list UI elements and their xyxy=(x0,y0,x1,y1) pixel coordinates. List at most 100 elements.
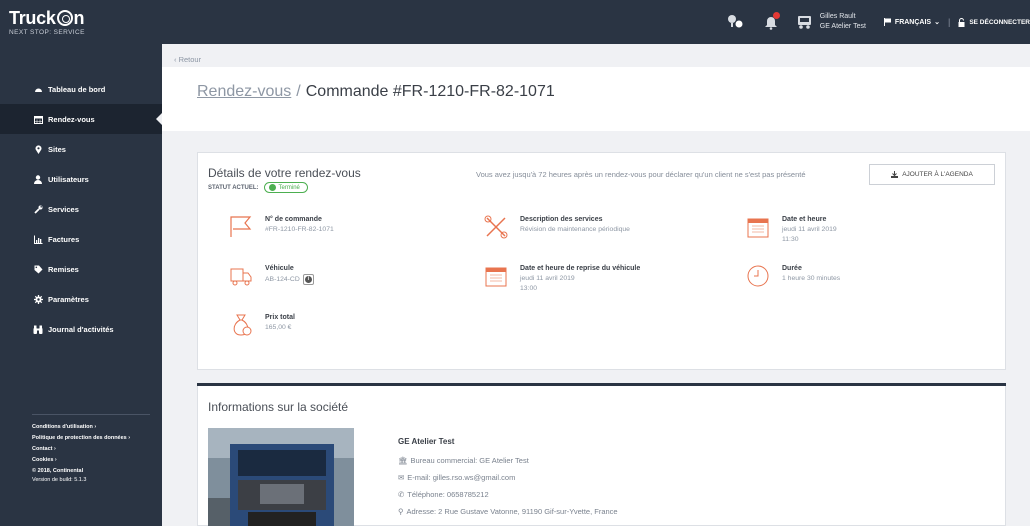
sidebar-item-settings[interactable]: Paramètres xyxy=(0,284,162,314)
sidebar-footer: Conditions d'utilisation › Politique de … xyxy=(32,414,150,485)
calendar-icon xyxy=(485,267,507,287)
envelope-icon: ✉ xyxy=(398,473,405,482)
tag-icon xyxy=(33,265,43,274)
status-row: STATUT ACTUEL: Terminé xyxy=(208,182,308,193)
sidebar-item-label: Remises xyxy=(48,264,79,274)
breadcrumb-appointments[interactable]: Rendez-vous xyxy=(197,83,291,100)
sidebar-item-dashboard[interactable]: Tableau de bord xyxy=(0,74,162,104)
page-title: Rendez-vous / Commande #FR-1210-FR-82-1071 xyxy=(197,83,555,100)
sidebar-item-users[interactable]: Utilisateurs xyxy=(0,164,162,194)
sidebar-item-label: Tableau de bord xyxy=(48,84,106,94)
chevron-down-icon: ⌄ xyxy=(934,19,940,26)
notification-badge xyxy=(772,12,780,19)
terms-link[interactable]: Conditions d'utilisation › xyxy=(32,422,150,433)
vehicle-info: Véhicule AB-124-CD i xyxy=(229,264,314,288)
company-office: 🏛 Bureau commercial: GE Atelier Test xyxy=(398,456,529,465)
page-header: Rendez-vous / Commande #FR-1210-FR-82-1071 xyxy=(162,67,1030,131)
price-label: Prix total xyxy=(265,314,295,321)
back-link[interactable]: ‹ Retour xyxy=(174,55,201,64)
clock-icon xyxy=(747,265,769,287)
pickup-date: jeudi 11 avril 2019 xyxy=(520,275,575,282)
sidebar-item-label: Services xyxy=(48,204,79,214)
sidebar-item-services[interactable]: Services xyxy=(0,194,162,224)
build-version: Version de build: 5.1.3 xyxy=(32,477,87,483)
binoculars-icon xyxy=(33,325,43,334)
cookies-link[interactable]: Cookies › xyxy=(32,455,150,466)
truck-photo xyxy=(208,428,354,526)
dashboard-icon xyxy=(33,85,43,94)
language-selector[interactable]: FRANÇAIS ⌄ xyxy=(883,18,940,26)
order-number-info: N° de commande #FR-1210-FR-82-1071 xyxy=(229,215,334,239)
copyright: © 2018, Continental xyxy=(32,468,84,474)
price-info: Prix total 165,00 € xyxy=(229,313,295,337)
brand-logo[interactable]: Truck n NEXT STOP: SERVICE xyxy=(0,8,162,36)
sidebar-item-invoices[interactable]: Factures xyxy=(0,224,162,254)
phone-icon: ✆ xyxy=(398,490,405,499)
privacy-link[interactable]: Politique de protection des données › xyxy=(32,433,150,444)
sidebar: Tableau de bord Rendez-vous Sites Utilis… xyxy=(0,44,162,526)
flag-icon xyxy=(230,216,252,237)
order-number-label: N° de commande xyxy=(265,216,322,223)
services-label: Description des services xyxy=(520,216,603,223)
lock-icon xyxy=(958,17,965,27)
datetime-info: Date et heure jeudi 11 avril 2019 11:30 xyxy=(746,215,837,245)
datetime-label: Date et heure xyxy=(782,216,827,223)
calendar-icon xyxy=(33,115,43,124)
user-company: GE Atelier Test xyxy=(819,23,866,30)
duration-value: 1 heure 30 minutes xyxy=(782,275,841,282)
money-bag-icon xyxy=(233,314,252,336)
contact-link[interactable]: Contact › xyxy=(32,444,150,455)
logout-button[interactable]: SE DÉCONNECTER xyxy=(958,17,1030,27)
status-label: STATUT ACTUEL: xyxy=(208,184,259,191)
datetime-time: 11:30 xyxy=(782,236,799,243)
sidebar-item-label: Paramètres xyxy=(48,294,89,304)
details-title: Détails de votre rendez-vous xyxy=(208,166,361,180)
add-to-agenda-button[interactable]: AJOUTER À L'AGENDA xyxy=(869,164,995,185)
bank-icon: 🏛 xyxy=(398,456,408,465)
pickup-time: 13:00 xyxy=(520,285,538,292)
appointment-details-card: Détails de votre rendez-vous STATUT ACTU… xyxy=(197,152,1006,370)
pin-icon[interactable] xyxy=(724,11,746,33)
flag-icon xyxy=(883,18,891,26)
sidebar-item-discounts[interactable]: Remises xyxy=(0,254,162,284)
divider: | xyxy=(947,17,951,27)
vehicle-value: AB-124-CD xyxy=(265,275,300,283)
logout-label: SE DÉCONNECTER xyxy=(969,18,1030,26)
services-value: Révision de maintenance périodique xyxy=(520,226,630,233)
no-show-notice: Vous avez jusqu'à 72 heures après un ren… xyxy=(476,170,806,179)
sidebar-item-sites[interactable]: Sites xyxy=(0,134,162,164)
company-title: Informations sur la société xyxy=(208,400,349,414)
company-info-card: Informations sur la société GE Atelier T… xyxy=(197,386,1006,526)
order-title: Commande #FR-1210-FR-82-1071 xyxy=(305,83,555,100)
gear-icon xyxy=(33,294,43,304)
datetime-date: jeudi 11 avril 2019 xyxy=(782,226,837,233)
vehicle-info-button[interactable]: i xyxy=(302,274,314,285)
info-icon: i xyxy=(304,276,312,283)
sidebar-item-activity-log[interactable]: Journal d'activités xyxy=(0,314,162,344)
user-icon xyxy=(33,174,43,184)
sidebar-item-label: Sites xyxy=(48,144,66,154)
order-number-value: #FR-1210-FR-82-1071 xyxy=(265,226,334,233)
sidebar-nav: Tableau de bord Rendez-vous Sites Utilis… xyxy=(0,74,162,344)
company-email[interactable]: ✉ E-mail: gilles.rso.ws@gmail.com xyxy=(398,473,515,482)
pickup-label: Date et heure de reprise du véhicule xyxy=(520,265,641,272)
duration-label: Durée xyxy=(782,265,802,272)
notification-bell-icon[interactable] xyxy=(760,11,782,33)
top-bar: Truck n NEXT STOP: SERVICE Gilles Rault G… xyxy=(0,0,1030,44)
truck-icon xyxy=(797,16,811,29)
pickup-info: Date et heure de reprise du véhicule jeud… xyxy=(484,264,640,294)
duration-info: Durée 1 heure 30 minutes xyxy=(746,264,840,288)
user-menu[interactable]: Gilles Rault GE Atelier Test xyxy=(796,12,866,32)
sidebar-item-appointments[interactable]: Rendez-vous xyxy=(0,104,162,134)
services-info: Description des services Révision de main… xyxy=(484,215,630,239)
company-address: ⚲ Adresse: 2 Rue Gustave Vatonne, 91190 G… xyxy=(398,507,618,516)
truck-icon xyxy=(230,268,252,286)
user-name: Gilles Rault xyxy=(819,13,856,20)
download-icon xyxy=(891,171,899,178)
bar-chart-icon xyxy=(33,235,43,244)
check-circle-icon xyxy=(268,184,276,191)
company-phone[interactable]: ✆ Téléphone: 0658785212 xyxy=(398,490,489,499)
price-value: 165,00 € xyxy=(265,324,292,331)
wrench-icon xyxy=(33,205,43,214)
calendar-icon xyxy=(747,218,769,238)
